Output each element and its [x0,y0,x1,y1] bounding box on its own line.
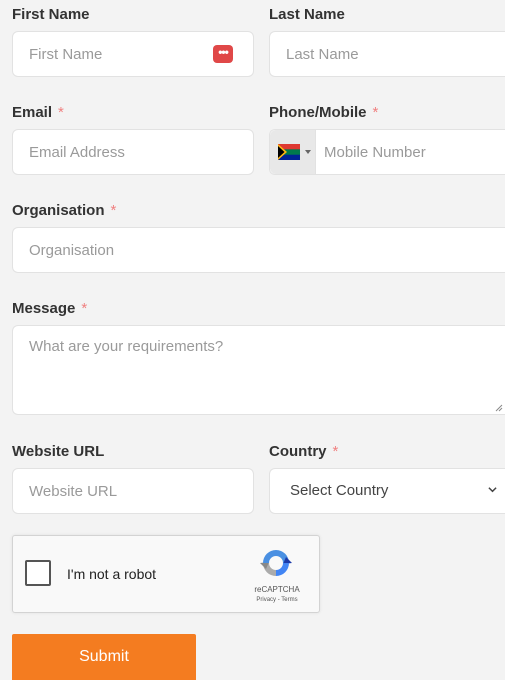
recaptcha-logo-icon [260,550,292,576]
recaptcha-terms-link[interactable]: Privacy - Terms [245,597,309,603]
country-label-text: Country [269,443,327,460]
last-name-label: Last Name [269,6,345,24]
organisation-field-wrapper [12,227,505,273]
website-input[interactable] [13,469,253,513]
first-name-label-text: First Name [12,6,90,23]
required-marker: * [332,443,339,460]
website-label-text: Website URL [12,443,105,460]
country-label: Country * [269,443,338,461]
email-input[interactable] [13,130,253,174]
first-name-field-wrapper: ••• [12,31,254,77]
first-name-label: First Name [12,6,90,24]
message-label: Message * [12,300,87,318]
chevron-down-icon [305,150,311,154]
last-name-field-wrapper [269,31,505,77]
phone-label: Phone/Mobile * [269,104,378,122]
required-marker: * [81,300,88,317]
last-name-label-text: Last Name [269,6,345,23]
email-field-wrapper [12,129,254,175]
phone-field-wrapper [269,129,505,175]
website-field-wrapper [12,468,254,514]
south-africa-flag-icon [278,144,300,160]
phone-label-text: Phone/Mobile [269,104,367,121]
recaptcha-label: I'm not a robot [67,566,157,582]
submit-button[interactable]: Submit [12,634,196,680]
required-marker: * [58,104,64,121]
required-marker: * [110,202,117,219]
message-textarea[interactable] [13,326,505,414]
country-select[interactable]: Select Country [269,468,505,514]
email-label-text: Email [12,104,53,121]
password-manager-icon[interactable]: ••• [213,45,233,63]
resize-handle-icon[interactable] [495,404,503,412]
organisation-label-text: Organisation [12,202,105,219]
country-select-value: Select Country [290,482,389,499]
organisation-label: Organisation * [12,202,116,220]
email-label: Email * [12,104,64,122]
message-field-wrapper [12,325,505,415]
website-label: Website URL [12,443,104,461]
message-label-text: Message [12,300,76,317]
country-code-dropdown[interactable] [270,130,316,174]
chevron-down-icon [488,487,497,493]
phone-input-wrapper [316,130,505,174]
recaptcha-widget: I'm not a robot reCAPTCHA Privacy - Term… [12,535,320,613]
last-name-input[interactable] [270,32,505,76]
recaptcha-brand: reCAPTCHA [254,585,300,594]
required-marker: * [372,104,379,121]
recaptcha-checkbox[interactable] [25,560,51,586]
organisation-input[interactable] [13,228,505,272]
phone-input[interactable] [316,130,505,174]
contact-form: First Name ••• Last Name Email * Phone/Mo… [0,0,505,680]
